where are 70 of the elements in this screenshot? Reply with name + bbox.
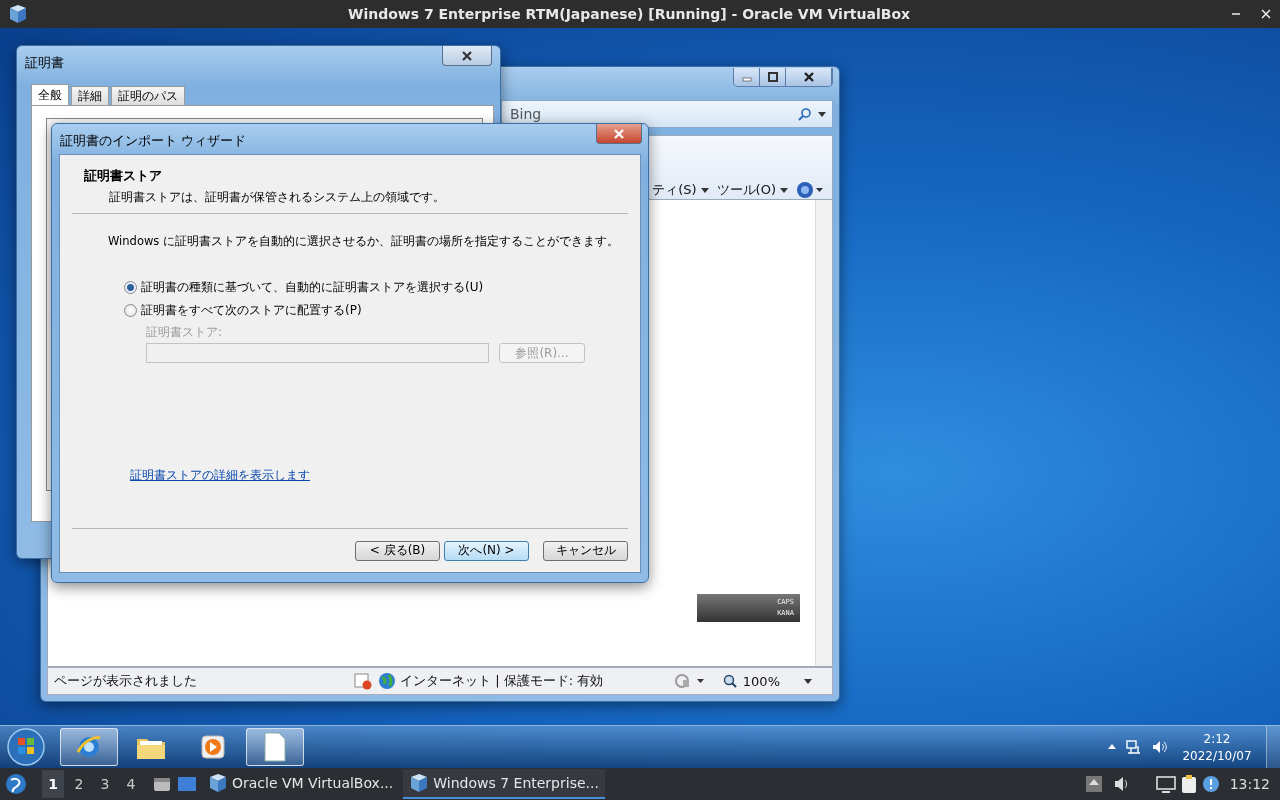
- globe-icon: [378, 672, 396, 690]
- window-title: 証明書: [25, 54, 64, 72]
- scrollbar[interactable]: [815, 200, 832, 666]
- tab[interactable]: 全般: [31, 84, 69, 106]
- intro-text: Windows に証明書ストアを自動的に選択させるか、証明書の場所を指定することができます。: [108, 234, 620, 249]
- zoom-level[interactable]: 100%: [722, 673, 780, 689]
- eject-icon: [1083, 774, 1104, 794]
- close-icon: [614, 128, 624, 139]
- menu-item[interactable]: ツール(O): [716, 181, 788, 199]
- taskbar-button[interactable]: [246, 728, 304, 766]
- close-icon: [803, 72, 814, 82]
- workspace-button[interactable]: 1: [42, 770, 64, 798]
- status-text: ページが表示されました: [53, 672, 198, 690]
- media-player-icon: [199, 733, 227, 761]
- caret-up-icon: [1108, 743, 1116, 751]
- notification-icon: [1201, 775, 1220, 793]
- page-subheading: 証明書ストアは、証明書が保管されるシステム上の領域です。: [109, 189, 446, 206]
- zoom-icon: [722, 674, 737, 688]
- network-icon: [1126, 739, 1142, 755]
- window-title: 証明書のインポート ウィザード: [60, 132, 247, 150]
- tab[interactable]: 証明のパス: [111, 86, 185, 106]
- taskbar-button[interactable]: [60, 728, 118, 766]
- workspace-button[interactable]: 2: [68, 770, 90, 798]
- close-icon: [1260, 8, 1272, 20]
- volume-icon: [1152, 739, 1168, 755]
- window-title: Windows 7 Enterprise RTM(Japanese) [Running] - Oracle VM VirtualBox: [346, 6, 912, 22]
- start-orb-icon: [6, 727, 46, 767]
- wizard-button[interactable]: < 戻る(B): [355, 540, 440, 561]
- monitor-icon: [1155, 775, 1176, 793]
- task-button[interactable]: Windows 7 Enterprise...: [403, 769, 605, 799]
- close-button[interactable]: [786, 68, 832, 86]
- maximize-icon: [767, 72, 778, 82]
- show-desktop-button[interactable]: [1266, 726, 1280, 768]
- field-label: 証明書ストア:: [146, 324, 224, 341]
- document-icon: [263, 732, 287, 762]
- workspace-button[interactable]: 3: [94, 770, 116, 798]
- virtualbox-icon: [8, 4, 28, 24]
- search-bar[interactable]: Bing: [501, 100, 833, 128]
- virtualbox-icon: [409, 773, 430, 793]
- security-zone: インターネット | 保護モード: 有効: [400, 672, 604, 690]
- search-icon: [798, 107, 812, 121]
- maximize-button[interactable]: [760, 68, 786, 86]
- drive-icon: [152, 775, 172, 793]
- clock-date: 2022/10/07: [1182, 748, 1252, 763]
- details-link[interactable]: 証明書ストアの詳細を表示します: [130, 467, 310, 484]
- menu-item[interactable]: ティ(S): [652, 181, 709, 199]
- caret-icon: [780, 186, 788, 194]
- help-icon: [796, 181, 824, 199]
- clock-time: 2:12: [1203, 731, 1231, 746]
- virtualbox-icon: [208, 773, 228, 793]
- search-field[interactable]: Bing: [508, 105, 792, 123]
- workspace-button[interactable]: 4: [120, 770, 142, 798]
- radio-option[interactable]: 証明書の種類に基づいて、自動的に証明書ストアを選択する(U): [124, 276, 640, 299]
- radio-option[interactable]: 証明書をすべて次のストアに配置する(P): [124, 299, 640, 322]
- caret-icon: [804, 677, 812, 685]
- caret-icon: [818, 110, 826, 118]
- panel-clock: 13:12: [1228, 776, 1271, 792]
- window-icon: [176, 775, 198, 793]
- wizard-button[interactable]: キャンセル: [543, 540, 628, 561]
- caret-icon: [700, 186, 709, 194]
- blocked-page-icon: [354, 672, 372, 690]
- menu-icon: [4, 772, 28, 796]
- close-button[interactable]: [442, 46, 492, 66]
- clipboard-icon: [1179, 774, 1198, 794]
- close-icon: [462, 50, 472, 61]
- tab[interactable]: 詳細: [71, 86, 109, 106]
- wizard-button[interactable]: 次へ(N) >: [444, 540, 529, 561]
- page-heading: 証明書ストア: [84, 167, 163, 185]
- lock-icon: [674, 673, 705, 689]
- task-button[interactable]: Oracle VM VirtualBox...: [202, 769, 400, 799]
